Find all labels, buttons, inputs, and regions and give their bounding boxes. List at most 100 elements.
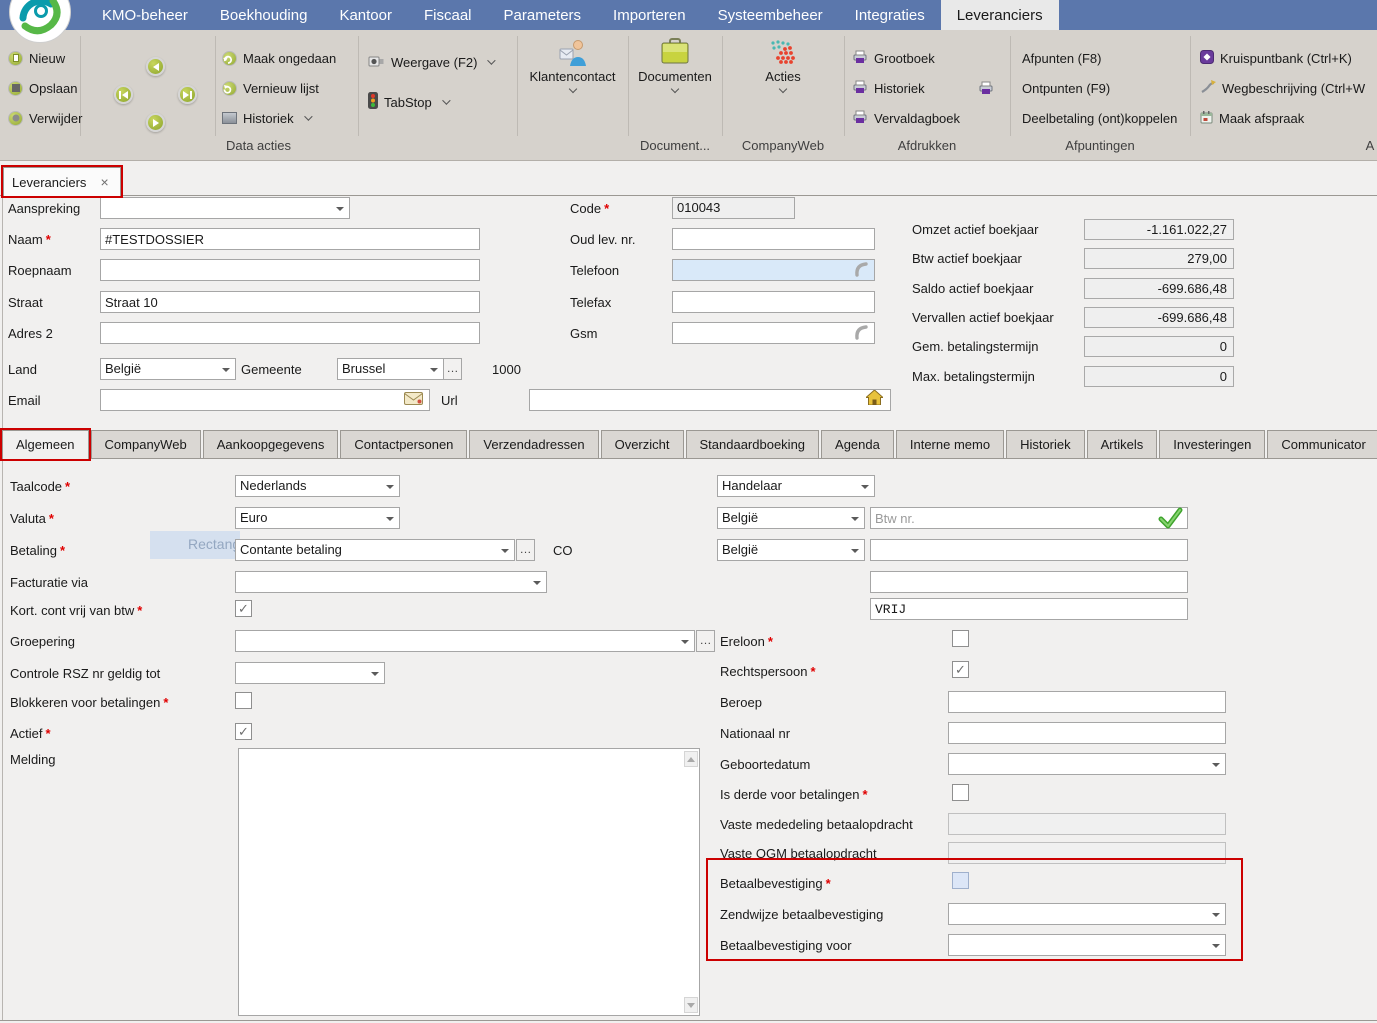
melding-textarea[interactable]	[238, 748, 700, 1016]
menu-item-kantoor[interactable]: Kantoor	[323, 0, 408, 30]
app-window: KMO-beheer Boekhouding Kantoor Fiscaal P…	[0, 0, 1377, 1023]
deelbetaling-button[interactable]: Deelbetaling (ont)koppelen	[1022, 108, 1177, 128]
betaling-combobox[interactable]: Contante betaling	[235, 539, 515, 561]
refresh-list-button[interactable]: Vernieuw lijst	[222, 78, 319, 98]
tabstop-button[interactable]: TabStop	[368, 92, 448, 112]
tab-verzendadressen[interactable]: Verzendadressen	[469, 430, 598, 458]
groepering-combobox[interactable]	[235, 630, 695, 652]
gemeente-combobox[interactable]: Brussel	[337, 358, 444, 380]
land2-input[interactable]	[870, 539, 1188, 561]
facturatie-via-combobox[interactable]	[235, 571, 547, 593]
tab-standaardboeking[interactable]: Standaardboeking	[686, 430, 820, 458]
naam-input[interactable]	[100, 228, 480, 250]
history-button[interactable]: Historiek	[222, 108, 310, 128]
aanspreking-combobox[interactable]	[100, 197, 350, 219]
tab-overzicht[interactable]: Overzicht	[601, 430, 684, 458]
close-icon[interactable]: ×	[100, 174, 108, 190]
dropdown-arrow-icon	[222, 368, 230, 372]
ontpunten-button[interactable]: Ontpunten (F9)	[1022, 78, 1110, 98]
menu-item-kmo-beheer[interactable]: KMO-beheer	[86, 0, 204, 30]
beroep-input[interactable]	[948, 691, 1226, 713]
valuta-combobox[interactable]: Euro	[235, 507, 400, 529]
scroll-up-icon[interactable]	[684, 751, 698, 767]
vrijstelling-input[interactable]	[870, 598, 1188, 620]
menu-item-integraties[interactable]: Integraties	[839, 0, 941, 30]
groepering-browse-button[interactable]: …	[696, 630, 715, 652]
tab-artikels[interactable]: Artikels	[1087, 430, 1158, 458]
betaling-browse-button[interactable]: …	[516, 539, 535, 561]
print-vervaldagboek-button[interactable]: Vervaldagboek	[852, 108, 960, 128]
undo-button[interactable]: Maak ongedaan	[222, 48, 336, 68]
view-button[interactable]: Weergave (F2)	[368, 52, 493, 72]
menu-item-fiscaal[interactable]: Fiscaal	[408, 0, 488, 30]
url-input[interactable]	[529, 389, 891, 411]
print-grootboek-button[interactable]: Grootboek	[852, 48, 935, 68]
tab-historiek[interactable]: Historiek	[1006, 430, 1085, 458]
menu-item-parameters[interactable]: Parameters	[488, 0, 598, 30]
tab-algemeen[interactable]: Algemeen	[2, 430, 89, 459]
extra-input[interactable]	[870, 571, 1188, 593]
betaalbevestiging-voor-combobox[interactable]	[948, 934, 1226, 956]
land2-combobox[interactable]: België	[717, 539, 865, 561]
is-derde-checkbox[interactable]	[952, 784, 969, 801]
nav-next-icon[interactable]	[146, 113, 165, 132]
zendwijze-combobox[interactable]	[948, 903, 1226, 925]
tab-agenda[interactable]: Agenda	[821, 430, 894, 458]
maak-afspraak-button[interactable]: Maak afspraak	[1200, 108, 1304, 128]
documents-button[interactable]: Documenten	[628, 38, 722, 92]
straat-input[interactable]	[100, 291, 480, 313]
tab-contactpersonen[interactable]: Contactpersonen	[340, 430, 467, 458]
nav-first-icon[interactable]	[114, 85, 133, 104]
print-historiek-button[interactable]: Historiek	[852, 78, 925, 98]
roepnaam-input[interactable]	[100, 259, 480, 281]
tab-interne-memo[interactable]: Interne memo	[896, 430, 1004, 458]
nationaal-nr-label: Nationaal nr	[720, 726, 790, 741]
menu-item-importeren[interactable]: Importeren	[597, 0, 702, 30]
tab-companyweb[interactable]: CompanyWeb	[91, 430, 201, 458]
menu-item-systeembeheer[interactable]: Systeembeheer	[702, 0, 839, 30]
kort-cont-checkbox[interactable]: ✓	[235, 600, 252, 617]
gsm-input[interactable]	[672, 322, 875, 344]
menu-item-leveranciers[interactable]: Leveranciers	[941, 0, 1059, 30]
menu-item-boekhouding[interactable]: Boekhouding	[204, 0, 324, 30]
tab-communicator[interactable]: Communicator	[1267, 430, 1377, 458]
btw-land-combobox[interactable]: België	[717, 507, 865, 529]
btw-nr-input[interactable]	[870, 507, 1188, 529]
tab-investeringen[interactable]: Investeringen	[1159, 430, 1265, 458]
tab-aankoopgegevens[interactable]: Aankoopgegevens	[203, 430, 339, 458]
new-button[interactable]: Nieuw	[8, 48, 65, 68]
printer-icon[interactable]	[978, 78, 994, 98]
betaalbevestiging-checkbox[interactable]	[952, 872, 969, 889]
rechtspersoon-checkbox[interactable]: ✓	[952, 661, 969, 678]
document-tab-leveranciers[interactable]: Leveranciers ×	[3, 167, 121, 196]
ereloon-checkbox[interactable]	[952, 630, 969, 647]
adres2-input[interactable]	[100, 322, 480, 344]
taalcode-label: Taalcode*	[10, 479, 70, 494]
taalcode-combobox[interactable]: Nederlands	[235, 475, 400, 497]
wegbeschrijving-button[interactable]: Wegbeschrijving (Ctrl+W	[1200, 78, 1365, 98]
afpunten-button[interactable]: Afpunten (F8)	[1022, 48, 1102, 68]
geboortedatum-combobox[interactable]	[948, 753, 1226, 775]
telefoon-input[interactable]	[672, 259, 875, 281]
email-input[interactable]	[100, 389, 430, 411]
delete-button[interactable]: Verwijder	[8, 108, 82, 128]
save-button[interactable]: Opslaan	[8, 78, 77, 98]
actief-checkbox[interactable]: ✓	[235, 723, 252, 740]
nav-last-icon[interactable]	[178, 85, 197, 104]
controle-rsz-combobox[interactable]	[235, 662, 385, 684]
handelaar-combobox[interactable]: Handelaar	[717, 475, 875, 497]
nav-prev-icon[interactable]	[146, 57, 165, 76]
dropdown-arrow-icon	[386, 517, 394, 521]
telefax-input[interactable]	[672, 291, 875, 313]
kruispuntbank-button[interactable]: Kruispuntbank (Ctrl+K)	[1200, 48, 1352, 68]
gsm-label: Gsm	[570, 326, 597, 341]
oud-lev-nr-input[interactable]	[672, 228, 875, 250]
gemeente-browse-button[interactable]: …	[443, 358, 462, 380]
actions-button[interactable]: Acties	[722, 38, 844, 92]
blokkeren-checkbox[interactable]	[235, 692, 252, 709]
nationaal-nr-input[interactable]	[948, 722, 1226, 744]
divider	[1190, 36, 1191, 136]
scroll-down-icon[interactable]	[684, 997, 698, 1013]
land-combobox[interactable]: België	[100, 358, 236, 380]
customer-contact-button[interactable]: Klantencontact	[517, 38, 628, 92]
